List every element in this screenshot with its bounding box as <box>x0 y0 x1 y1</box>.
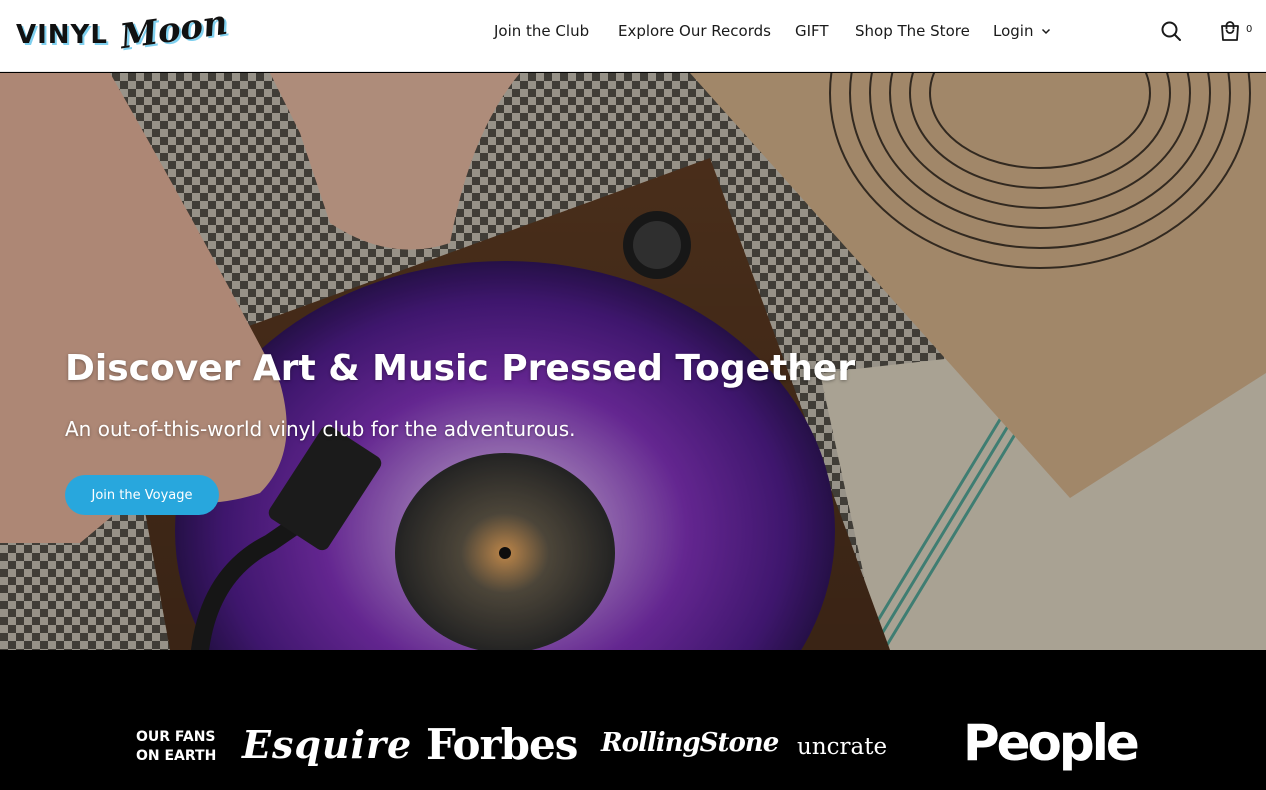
hero-banner: Discover Art & Music Pressed Together An… <box>0 73 1266 650</box>
vinyl-moon-logo[interactable]: VINYL Moon <box>16 3 230 58</box>
hero-subtitle: An out-of-this-world vinyl club for the … <box>65 417 576 441</box>
nav-join-the-club[interactable]: Join the Club <box>494 22 589 40</box>
press-logos-bar: OUR FANS ON EARTH Esquire Forbes Rolling… <box>0 650 1266 790</box>
cart-count-badge: 0 <box>1246 24 1253 35</box>
people-logo: People <box>963 714 1140 772</box>
rolling-stone-logo: RollingStone <box>601 728 779 758</box>
join-the-voyage-button[interactable]: Join the Voyage <box>65 475 219 515</box>
hero-title: Discover Art & Music Pressed Together <box>65 348 856 389</box>
site-header: VINYL Moon Join the Club Explore Our Rec… <box>0 0 1266 72</box>
press-label-line2: ON EARTH <box>136 748 217 764</box>
esquire-logo: Esquire <box>242 722 413 767</box>
nav-shop-the-store[interactable]: Shop The Store <box>855 22 970 40</box>
shopping-bag-icon[interactable] <box>1218 19 1242 43</box>
nav-gift[interactable]: GIFT <box>795 22 829 40</box>
press-label-line1: OUR FANS <box>136 729 216 745</box>
forbes-logo: Forbes <box>426 720 578 769</box>
press-label: OUR FANS ON EARTH <box>136 728 236 766</box>
nav-explore-our-records[interactable]: Explore Our Records <box>618 22 771 40</box>
nav-login-label: Login <box>993 22 1034 40</box>
search-icon[interactable] <box>1160 20 1182 42</box>
nav-login[interactable]: Login <box>993 22 1051 40</box>
chevron-down-icon <box>1042 28 1051 35</box>
logo-word-vinyl: VINYL <box>16 20 108 50</box>
logo-word-moon: Moon <box>117 2 230 58</box>
uncrate-logo: uncrate <box>797 734 888 760</box>
